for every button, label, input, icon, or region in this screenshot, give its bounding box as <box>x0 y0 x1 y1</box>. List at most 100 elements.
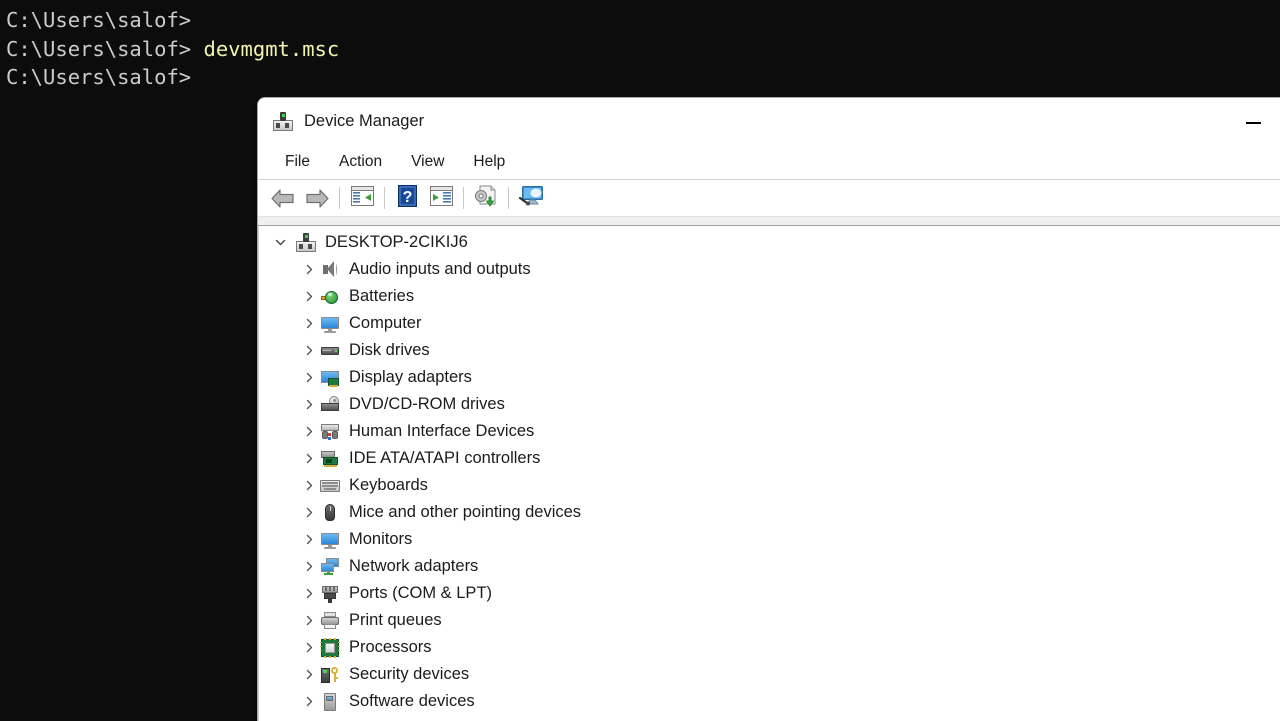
back-arrow-icon <box>271 189 295 208</box>
toolbar-separator <box>463 187 464 209</box>
tree-item-keyboards[interactable]: Keyboards <box>259 472 1280 499</box>
help-question-icon: ? <box>398 185 417 212</box>
chevron-right-icon[interactable] <box>298 391 320 418</box>
tree-item-dvd-cd-rom-drives[interactable]: DVD/CD-ROM drives <box>259 391 1280 418</box>
tree-item-label: Audio inputs and outputs <box>349 260 531 279</box>
tree-item-mice-and-other-pointing-devices[interactable]: Mice and other pointing devices <box>259 499 1280 526</box>
tree-item-label: Security devices <box>349 665 469 684</box>
processor-icon <box>320 638 340 658</box>
minimize-button[interactable] <box>1230 98 1276 145</box>
monitor-icon <box>320 314 340 334</box>
tree-item-label: Batteries <box>349 287 414 306</box>
chevron-right-icon[interactable] <box>298 526 320 553</box>
tree-item-software-devices[interactable]: Software devices <box>259 688 1280 715</box>
chevron-right-icon[interactable] <box>298 715 320 721</box>
tree-item-print-queues[interactable]: Print queues <box>259 607 1280 634</box>
tree-item-ports-com-and-lpt[interactable]: Ports (COM & LPT) <box>259 580 1280 607</box>
chevron-right-icon[interactable] <box>298 472 320 499</box>
terminal-command: devmgmt.msc <box>191 37 339 61</box>
tree-item-label: Processors <box>349 638 432 657</box>
device-manager-window[interactable]: Device Manager File Action View Help <box>257 97 1280 721</box>
tree-item-label: Display adapters <box>349 368 472 387</box>
disk-drive-icon <box>320 341 340 361</box>
chevron-right-icon[interactable] <box>298 283 320 310</box>
tree-root-label: DESKTOP-2CIKIJ6 <box>325 233 468 252</box>
mouse-icon <box>320 503 340 523</box>
terminal-prompt: C:\Users\salof> <box>6 65 191 89</box>
update-driver-icon <box>474 185 498 212</box>
tree-item-label: Human Interface Devices <box>349 422 534 441</box>
properties-button[interactable] <box>424 183 458 213</box>
chevron-right-icon[interactable] <box>298 256 320 283</box>
chevron-right-icon[interactable] <box>298 310 320 337</box>
forward-button[interactable] <box>300 183 334 213</box>
chevron-down-icon[interactable] <box>269 229 291 256</box>
tree-item-sound-video-and-game-controllers[interactable]: Sound, video and game controllers <box>259 715 1280 721</box>
monitor-icon <box>320 530 340 550</box>
help-button[interactable]: ? <box>390 183 424 213</box>
scan-for-hardware-changes-button[interactable] <box>514 183 548 213</box>
tree-root-node[interactable]: DESKTOP-2CIKIJ6 <box>259 229 1280 256</box>
tree-item-processors[interactable]: Processors <box>259 634 1280 661</box>
toolbar-separator-strip <box>258 216 1280 226</box>
minimize-icon <box>1246 122 1261 124</box>
window-title: Device Manager <box>304 112 424 131</box>
tree-item-display-adapters[interactable]: Display adapters <box>259 364 1280 391</box>
toolbar-separator <box>339 187 340 209</box>
port-plug-icon <box>320 584 340 604</box>
scan-hardware-icon <box>518 185 544 211</box>
chevron-right-icon[interactable] <box>298 580 320 607</box>
human-interface-device-icon <box>320 422 340 442</box>
forward-arrow-icon <box>305 189 329 208</box>
device-tree-panel[interactable]: DESKTOP-2CIKIJ6 Audio inputs and outputs… <box>258 226 1280 721</box>
tree-item-human-interface-devices[interactable]: Human Interface Devices <box>259 418 1280 445</box>
tree-item-audio-inputs-and-outputs[interactable]: Audio inputs and outputs <box>259 256 1280 283</box>
terminal-prompt: C:\Users\salof> <box>6 8 191 32</box>
tree-item-disk-drives[interactable]: Disk drives <box>259 337 1280 364</box>
menu-item-view[interactable]: View <box>402 150 453 174</box>
display-adapter-icon <box>320 368 340 388</box>
chevron-right-icon[interactable] <box>298 418 320 445</box>
ide-controller-icon <box>320 449 340 469</box>
tree-item-label: Mice and other pointing devices <box>349 503 581 522</box>
battery-icon <box>320 287 340 307</box>
menu-item-action[interactable]: Action <box>330 150 391 174</box>
chevron-right-icon[interactable] <box>298 499 320 526</box>
menu-bar[interactable]: File Action View Help <box>258 145 1280 180</box>
window-title-bar[interactable]: Device Manager <box>258 98 1280 145</box>
device-manager-icon <box>273 112 293 132</box>
console-tree-icon <box>351 186 374 211</box>
software-device-icon <box>320 692 340 712</box>
tree-item-ide-ata-atapi-controllers[interactable]: IDE ATA/ATAPI controllers <box>259 445 1280 472</box>
network-adapter-icon <box>320 557 340 577</box>
tree-item-label: Network adapters <box>349 557 478 576</box>
tree-item-network-adapters[interactable]: Network adapters <box>259 553 1280 580</box>
toolbar-separator <box>508 187 509 209</box>
toolbar[interactable]: ? <box>258 180 1280 216</box>
tree-item-monitors[interactable]: Monitors <box>259 526 1280 553</box>
keyboard-icon <box>320 476 340 496</box>
chevron-right-icon[interactable] <box>298 445 320 472</box>
tree-item-security-devices[interactable]: Security devices <box>259 661 1280 688</box>
chevron-right-icon[interactable] <box>298 688 320 715</box>
security-device-icon <box>320 665 340 685</box>
menu-item-file[interactable]: File <box>276 150 319 174</box>
tree-item-computer[interactable]: Computer <box>259 310 1280 337</box>
terminal-line: C:\Users\salof> <box>6 6 1280 35</box>
menu-item-help[interactable]: Help <box>464 150 514 174</box>
show-hide-console-tree-button[interactable] <box>345 183 379 213</box>
tree-item-label: Software devices <box>349 692 475 711</box>
terminal-line: C:\Users\salof> devmgmt.msc <box>6 35 1280 64</box>
tree-item-label: Ports (COM & LPT) <box>349 584 492 603</box>
chevron-right-icon[interactable] <box>298 364 320 391</box>
chevron-right-icon[interactable] <box>298 634 320 661</box>
chevron-right-icon[interactable] <box>298 337 320 364</box>
speaker-icon <box>320 260 340 280</box>
chevron-right-icon[interactable] <box>298 553 320 580</box>
update-driver-button[interactable] <box>469 183 503 213</box>
printer-icon <box>320 611 340 631</box>
chevron-right-icon[interactable] <box>298 661 320 688</box>
chevron-right-icon[interactable] <box>298 607 320 634</box>
back-button[interactable] <box>266 183 300 213</box>
tree-item-batteries[interactable]: Batteries <box>259 283 1280 310</box>
